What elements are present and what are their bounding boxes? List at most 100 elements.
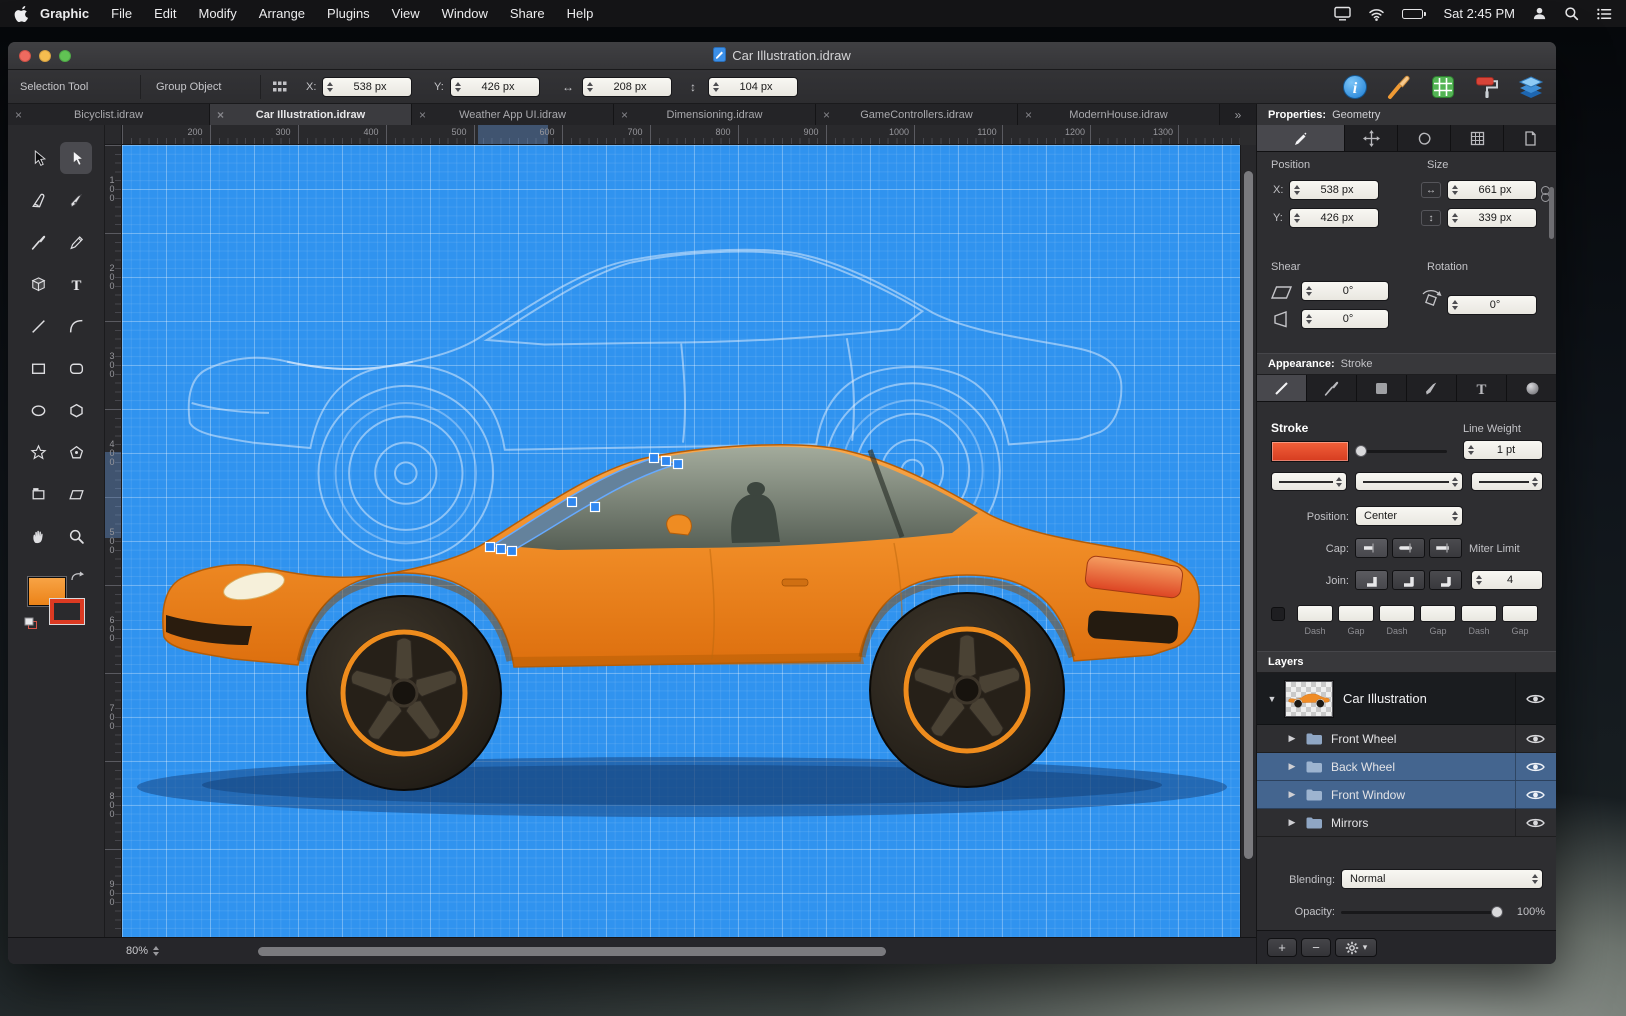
tab-car-illustration[interactable]: ×Car Illustration.idraw (210, 104, 412, 125)
direct-selection-tool[interactable] (60, 142, 92, 174)
line-weight-field[interactable]: 1 pt (1463, 440, 1543, 460)
vertical-ruler[interactable]: 100 200 300 400 500 600 700 800 900 (105, 145, 122, 937)
disclosure-open-icon[interactable]: ▼ (1267, 694, 1277, 704)
tab-weather-app-ui[interactable]: ×Weather App UI.idraw (412, 104, 614, 125)
wifi-icon[interactable] (1368, 7, 1385, 21)
tab-grid[interactable] (1451, 125, 1504, 151)
dash-field-1[interactable] (1297, 605, 1333, 622)
visibility-eye-icon[interactable] (1515, 781, 1545, 808)
battery-icon[interactable] (1402, 9, 1426, 19)
close-tab-icon[interactable]: × (621, 109, 628, 121)
menu-edit[interactable]: Edit (154, 6, 176, 21)
zoom-tool[interactable] (60, 520, 92, 552)
freeform-shape-tool[interactable] (60, 436, 92, 468)
close-tab-icon[interactable]: × (1025, 109, 1032, 121)
close-tab-icon[interactable]: × (823, 109, 830, 121)
shear-tool[interactable] (60, 478, 92, 510)
ellipse-tool[interactable] (22, 394, 54, 426)
stepper-arrows[interactable] (1452, 477, 1458, 487)
zoom-window-button[interactable] (59, 50, 71, 62)
layer-row-car-illustration[interactable]: ▼ Car Illustration (1257, 673, 1556, 725)
cap-butt-button[interactable] (1355, 538, 1388, 558)
layer-options-button[interactable]: ▾ (1335, 938, 1377, 957)
brush-style-button[interactable] (1385, 73, 1412, 100)
horizontal-scrollbar-thumb[interactable] (258, 947, 886, 956)
toolbar-height-field[interactable]: 104 px (708, 77, 798, 97)
tab-stroke[interactable] (1257, 375, 1307, 401)
close-tab-icon[interactable]: × (419, 109, 426, 121)
menu-help[interactable]: Help (567, 6, 594, 21)
layers-button[interactable] (1517, 73, 1544, 100)
menu-modify[interactable]: Modify (198, 6, 236, 21)
tab-pen-style[interactable] (1407, 375, 1457, 401)
hand-tool[interactable] (22, 520, 54, 552)
tab-dimensioning[interactable]: ×Dimensioning.idraw (614, 104, 816, 125)
stroke-style-picker-2[interactable] (1355, 472, 1463, 491)
zoom-stepper[interactable] (153, 946, 159, 956)
cap-round-button[interactable] (1392, 538, 1425, 558)
menu-window[interactable]: Window (442, 6, 488, 21)
close-tab-icon[interactable]: × (15, 109, 22, 121)
stroke-width-slider[interactable] (1357, 450, 1447, 453)
car-illustration[interactable] (137, 445, 1227, 817)
user-icon[interactable] (1532, 6, 1547, 21)
tab-effects[interactable] (1507, 375, 1556, 401)
stroke-position-dropdown[interactable]: Center (1355, 506, 1463, 526)
dash-field-2[interactable] (1338, 605, 1374, 622)
horizontal-ruler[interactable]: 200 300 400 500 600 700 800 900 1000 110… (122, 125, 1240, 145)
canvas[interactable] (122, 145, 1240, 937)
display-mirroring-icon[interactable] (1334, 6, 1351, 21)
disclosure-closed-icon[interactable]: ▶ (1287, 733, 1297, 744)
artboard-tool[interactable] (22, 478, 54, 510)
visibility-eye-icon[interactable] (1515, 753, 1545, 780)
disclosure-closed-icon[interactable]: ▶ (1287, 761, 1297, 772)
pen-tool[interactable] (60, 184, 92, 216)
position-y-field[interactable]: 426 px (1289, 208, 1379, 228)
dash-field-4[interactable] (1420, 605, 1456, 622)
close-window-button[interactable] (19, 50, 31, 62)
tab-modernhouse[interactable]: ×ModernHouse.idraw (1018, 104, 1220, 125)
rotation-field[interactable]: 0° (1447, 295, 1537, 315)
blending-dropdown[interactable]: Normal (1341, 869, 1543, 889)
arrange-grid-icon[interactable] (272, 70, 288, 103)
layer-row-front-wheel[interactable]: ▶ Front Wheel (1257, 725, 1556, 753)
dash-enable-checkbox[interactable] (1271, 607, 1285, 621)
opacity-slider[interactable] (1341, 911, 1501, 914)
menu-clock[interactable]: Sat 2:45 PM (1443, 6, 1515, 21)
disclosure-closed-icon[interactable]: ▶ (1287, 789, 1297, 800)
dash-field-5[interactable] (1461, 605, 1497, 622)
toolbar-x-field[interactable]: 538 px (322, 77, 412, 97)
opacity-slider-knob[interactable] (1491, 906, 1503, 918)
position-x-field[interactable]: 538 px (1289, 180, 1379, 200)
menu-file[interactable]: File (111, 6, 132, 21)
minimize-window-button[interactable] (39, 50, 51, 62)
size-height-field[interactable]: 339 px (1447, 208, 1537, 228)
tab-shape[interactable] (1398, 125, 1451, 151)
stepper-arrows[interactable] (1336, 477, 1342, 487)
selection-tool[interactable] (22, 142, 54, 174)
grid-settings-button[interactable] (1429, 73, 1456, 100)
menu-arrange[interactable]: Arrange (259, 6, 305, 21)
toolbar-y-field[interactable]: 426 px (450, 77, 540, 97)
star-tool[interactable] (22, 436, 54, 468)
notification-list-icon[interactable] (1596, 7, 1612, 21)
pencil-tool[interactable] (60, 226, 92, 258)
layer-row-back-wheel[interactable]: ▶ Back Wheel (1257, 753, 1556, 781)
text-tool[interactable]: T (60, 268, 92, 300)
stroke-color-well[interactable] (1271, 441, 1349, 462)
line-tool[interactable] (22, 310, 54, 342)
tab-pen-geometry[interactable] (1257, 125, 1345, 151)
default-colors-icon[interactable] (24, 617, 39, 635)
stroke-width-slider-knob[interactable] (1355, 445, 1367, 457)
layer-row-mirrors[interactable]: ▶ Mirrors (1257, 809, 1556, 837)
stroke-style-picker-1[interactable] (1271, 472, 1347, 491)
remove-layer-button[interactable]: − (1301, 938, 1331, 957)
rectangle-tool[interactable] (22, 352, 54, 384)
info-button[interactable]: i (1341, 73, 1368, 100)
menu-view[interactable]: View (392, 6, 420, 21)
size-width-field[interactable]: 661 px (1447, 180, 1537, 200)
tab-document[interactable] (1504, 125, 1556, 151)
spotlight-search-icon[interactable] (1564, 6, 1579, 21)
stepper-arrows[interactable] (1452, 511, 1458, 521)
close-tab-icon[interactable]: × (217, 109, 224, 121)
